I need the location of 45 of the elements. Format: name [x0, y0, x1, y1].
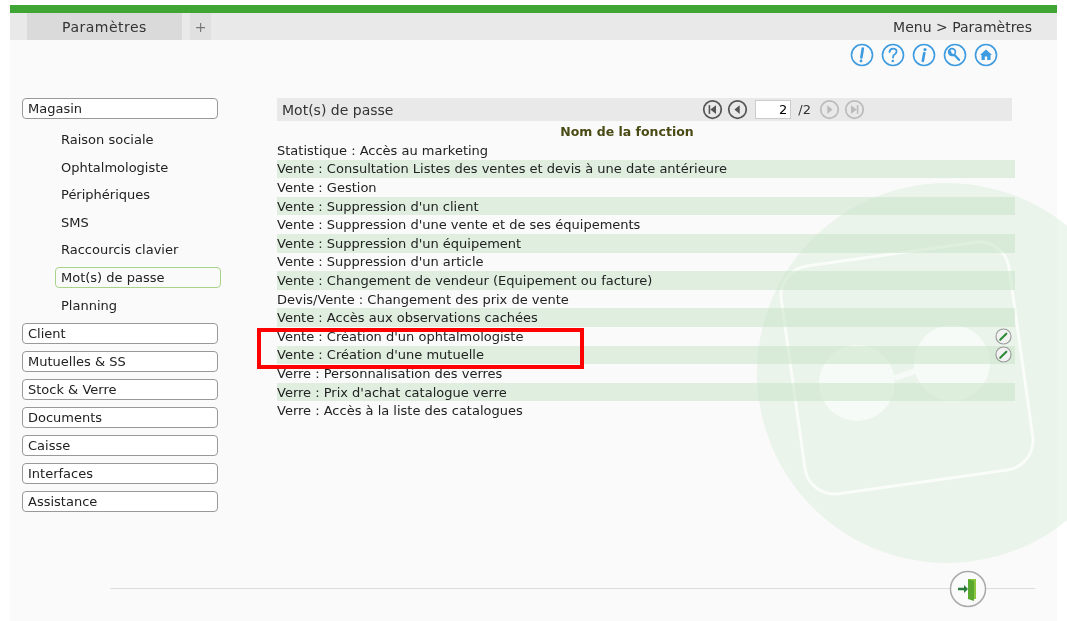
- function-name: Vente : Changement de vendeur (Equipement ou facture): [277, 272, 653, 288]
- prev-page-button[interactable]: [727, 99, 749, 120]
- sidebar-subitem[interactable]: SMS: [55, 209, 221, 235]
- function-name: Vente : Suppression d'un article: [277, 254, 484, 270]
- function-name: Vente : Consultation Listes des ventes et devis à une date antérieure: [277, 161, 727, 177]
- tab[interactable]: Paramètres: [27, 13, 182, 40]
- function-name: Vente : Suppression d'un équipement: [277, 235, 522, 251]
- sidebar-subitem[interactable]: Raison sociale: [55, 126, 221, 153]
- panel-title: Mot(s) de passe: [282, 101, 395, 118]
- exit-door-icon[interactable]: [949, 570, 987, 608]
- sidebar-subitem[interactable]: Mot(s) de passe: [55, 266, 221, 288]
- sidebar-item[interactable]: Caisse: [22, 435, 218, 456]
- sidebar-item[interactable]: Interfaces: [22, 463, 218, 484]
- sidebar-item[interactable]: Stock & Verre: [22, 379, 218, 400]
- first-page-button[interactable]: [702, 99, 724, 120]
- info-icon[interactable]: [912, 43, 936, 67]
- sidebar-item[interactable]: Magasin: [22, 98, 218, 119]
- function-name: Vente : Suppression d'une vente et de ses équipements: [277, 217, 641, 233]
- sidebar-item[interactable]: Documents: [22, 407, 218, 428]
- help-icon[interactable]: [881, 43, 905, 67]
- function-name: Statistique : Accès au marketing: [277, 142, 489, 158]
- page-field[interactable]: 2: [755, 100, 792, 119]
- sidebar-item[interactable]: Client: [22, 323, 218, 344]
- edit-icon[interactable]: [995, 327, 1012, 345]
- column-header: Nom de la fonction: [559, 123, 695, 141]
- function-name: Verre : Accès à la liste des catalogues: [277, 403, 523, 419]
- sidebar-item[interactable]: Mutuelles & SS: [22, 351, 218, 372]
- sidebar-subitem[interactable]: Raccourcis clavier: [55, 236, 221, 263]
- edit-icon[interactable]: [995, 346, 1012, 364]
- function-name: Verre : Personnalisation des verres: [277, 365, 503, 381]
- exclamation-icon[interactable]: [850, 43, 874, 67]
- sidebar-subitem[interactable]: Périphériques: [55, 181, 221, 208]
- page-total: /2: [798, 102, 811, 117]
- home-icon[interactable]: [974, 43, 998, 67]
- function-name: Vente : Création d'un ophtalmologiste: [277, 328, 524, 344]
- function-name: Vente : Accès aux observations cachées: [277, 310, 538, 326]
- breadcrumb: Menu > Paramètres: [893, 18, 1032, 35]
- sidebar-subitem[interactable]: Ophtalmologiste: [55, 154, 221, 180]
- function-name: Verre : Prix d'achat catalogue verre: [277, 384, 507, 400]
- function-name: Devis/Vente : Changement des prix de vente: [277, 291, 569, 307]
- sidebar-subitem[interactable]: Planning: [55, 292, 221, 318]
- function-name: Vente : Gestion: [277, 180, 377, 195]
- function-name: Vente : Création d'une mutuelle: [277, 347, 484, 363]
- function-name: Vente : Suppression d'un client: [277, 198, 479, 214]
- sidebar-item[interactable]: Assistance: [22, 491, 218, 512]
